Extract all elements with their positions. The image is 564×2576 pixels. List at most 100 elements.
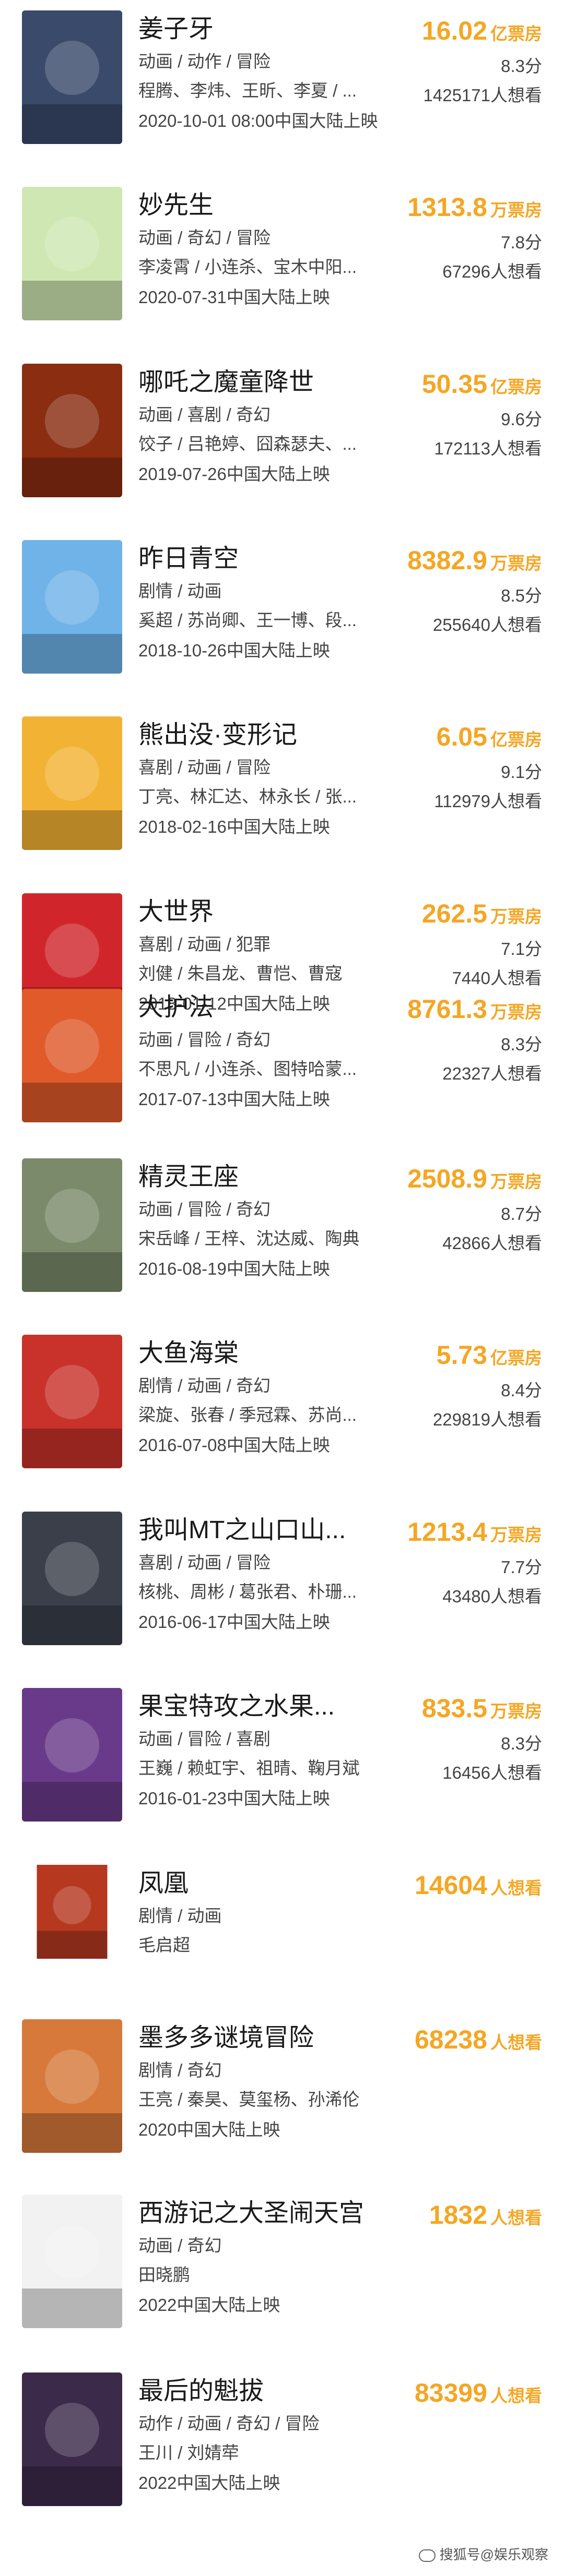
movie-score: 8.4分 bbox=[501, 1381, 542, 1400]
box-office-unit: 人想看 bbox=[490, 2033, 542, 2052]
movie-title[interactable]: 姜子牙 bbox=[138, 15, 214, 44]
movie-release-date: 2020中国大陆上映 bbox=[138, 2120, 280, 2139]
movie-poster[interactable] bbox=[22, 2373, 122, 2506]
box-office: 8382.9 万票房 bbox=[407, 545, 542, 576]
movie-item[interactable]: 哪吒之魔童降世动画 / 喜剧 / 奇幻饺子 / 吕艳婷、囧森瑟夫、... 2019… bbox=[0, 364, 564, 499]
watermark: 搜狐号@娱乐观察 bbox=[418, 2544, 548, 2563]
movie-release-date: 2018-10-26中国大陆上映 bbox=[138, 641, 330, 660]
movie-title[interactable]: 熊出没·变形记 bbox=[138, 721, 297, 750]
movie-poster[interactable] bbox=[22, 1865, 122, 1959]
movie-cast: 丁亮、林汇达、林永长 / 张... bbox=[138, 787, 357, 806]
movie-item[interactable]: 凤凰 剧情 / 动画 毛启超 14604 人想看 bbox=[0, 1865, 564, 2000]
movie-title[interactable]: 我叫MT之山口山... bbox=[138, 1516, 346, 1545]
movie-poster[interactable] bbox=[22, 187, 122, 320]
movie-item[interactable]: 精灵王座 动画 / 冒险 / 奇幻 宋岳峰 / 王梓、沈达威、陶典 2016-08-1… bbox=[0, 1158, 564, 1294]
movie-poster[interactable] bbox=[22, 2019, 122, 2153]
movie-cast: 宋岳峰 / 王梓、沈达威、陶典 bbox=[138, 1229, 360, 1248]
box-office-value: 6.05 bbox=[436, 722, 487, 751]
box-office-unit: 人想看 bbox=[490, 1878, 542, 1898]
movie-cast: 不思凡 / 小连杀、图特哈蒙... bbox=[138, 1059, 357, 1079]
box-office-unit: 万票房 bbox=[490, 554, 542, 573]
movie-release-date: 2016-01-23中国大陆上映 bbox=[138, 1789, 330, 1808]
movie-item[interactable]: 妙先生 动画 / 奇幻 / 冒险 李凌霄 / 小连杀、宝木中阳... 2020-07-… bbox=[0, 187, 564, 322]
movie-poster[interactable] bbox=[22, 1512, 122, 1645]
movie-item[interactable]: 果宝特攻之水果... 动画 / 冒险 / 喜剧 王巍 / 赖虹宇、祖晴、鞠月斌 201… bbox=[0, 1688, 564, 1824]
box-office-value: 50.35 bbox=[421, 369, 487, 399]
movie-item[interactable]: 墨多多谜境冒险 剧情 / 奇幻 王亮 / 秦昊、莫玺杨、孙浠伦 2020中国大陆上映 6… bbox=[0, 2019, 564, 2155]
movie-item[interactable]: 西游记之大圣闹天宫动画 / 奇幻 田晓鹏 2022中国大陆上映 1832 人想看 bbox=[0, 2195, 564, 2330]
movie-title[interactable]: 妙先生 bbox=[138, 191, 214, 220]
box-office-value: 1213.4 bbox=[407, 1517, 487, 1547]
movie-title[interactable]: 凤凰 bbox=[138, 1869, 189, 1898]
box-office-unit: 万票房 bbox=[490, 1172, 542, 1191]
movie-title[interactable]: 果宝特攻之水果... bbox=[138, 1692, 335, 1721]
box-office: 68238 人想看 bbox=[415, 2024, 542, 2055]
movie-title[interactable]: 墨多多谜境冒险 bbox=[138, 2023, 314, 2053]
box-office: 6.05 亿票房 bbox=[437, 722, 542, 752]
movie-genres: 喜剧 / 动画 / 犯罪 bbox=[138, 934, 271, 954]
box-office: 83399 人想看 bbox=[415, 2378, 542, 2408]
movie-poster[interactable] bbox=[22, 1335, 122, 1468]
box-office: 262.5 万票房 bbox=[422, 898, 542, 929]
movie-item[interactable]: 大鱼海棠 剧情 / 动画 / 奇幻 梁旋、张春 / 季冠霖、苏尚... 2016-07… bbox=[0, 1335, 564, 1470]
movie-release-date: 2018-02-16中国大陆上映 bbox=[138, 817, 330, 836]
movie-release-date: 2017-07-13中国大陆上映 bbox=[138, 1089, 330, 1109]
movie-poster[interactable] bbox=[22, 2195, 122, 2328]
movie-cast: 王川 / 刘婧荦 bbox=[138, 2443, 239, 2462]
box-office-unit: 万票房 bbox=[490, 1702, 542, 1721]
box-office: 1313.8 万票房 bbox=[407, 192, 542, 222]
movie-score: 8.5分 bbox=[501, 586, 542, 605]
movie-title[interactable]: 昨日青空 bbox=[138, 544, 239, 573]
box-office-value: 14604 bbox=[414, 1871, 487, 1900]
movie-genres: 剧情 / 动画 / 奇幻 bbox=[138, 1376, 271, 1395]
movie-cast: 刘健 / 朱昌龙、曹恺、曹寇 bbox=[138, 964, 343, 983]
movie-title[interactable]: 哪吒之魔童降世 bbox=[138, 368, 314, 397]
movie-item[interactable]: 我叫MT之山口山... 喜剧 / 动画 / 冒险 核桃、周彬 / 葛张君、朴珊...… bbox=[0, 1512, 564, 1647]
box-office-unit: 亿票房 bbox=[490, 730, 542, 749]
movie-release-date: 2022中国大陆上映 bbox=[138, 2295, 280, 2315]
movie-title[interactable]: 最后的魁拔 bbox=[138, 2377, 264, 2406]
movie-poster[interactable] bbox=[22, 1688, 122, 1822]
box-office-unit: 亿票房 bbox=[490, 377, 542, 397]
movie-item[interactable]: 大护法动画 / 冒险 / 奇幻不思凡 / 小连杀、图特哈蒙... 2017-07-… bbox=[0, 989, 564, 1124]
movie-release-date: 2016-07-08中国大陆上映 bbox=[138, 1435, 330, 1455]
movie-genres: 动画 / 冒险 / 奇幻 bbox=[138, 1030, 271, 1049]
box-office-value: 5.73 bbox=[436, 1340, 487, 1370]
movie-release-date: 2020-10-01 08:00中国大陆上映 bbox=[138, 111, 378, 130]
box-office-unit: 亿票房 bbox=[490, 1348, 542, 1368]
want-to-see-count: 229819人想看 bbox=[432, 1410, 542, 1429]
movie-poster[interactable] bbox=[22, 1158, 122, 1292]
movie-title[interactable]: 大世界 bbox=[138, 897, 214, 927]
movie-genres: 动画 / 奇幻 bbox=[138, 2236, 222, 2255]
movie-item[interactable]: 姜子牙 动画 / 动作 / 冒险 程腾、李炜、王昕、李夏 / ... 2020-10-… bbox=[0, 10, 564, 146]
movie-genres: 动画 / 喜剧 / 奇幻 bbox=[138, 405, 271, 424]
movie-title[interactable]: 大鱼海棠 bbox=[138, 1339, 239, 1368]
box-office-value: 83399 bbox=[414, 2378, 487, 2407]
movie-poster[interactable] bbox=[22, 10, 122, 144]
movie-genres: 动作 / 动画 / 奇幻 / 冒险 bbox=[138, 2414, 320, 2433]
movie-title[interactable]: 精灵王座 bbox=[138, 1163, 239, 1192]
box-office-unit: 万票房 bbox=[490, 200, 542, 220]
movie-title[interactable]: 大护法 bbox=[138, 993, 214, 1022]
box-office-value: 8382.9 bbox=[407, 546, 487, 575]
box-office-unit: 亿票房 bbox=[490, 24, 542, 43]
box-office-unit: 万票房 bbox=[490, 907, 542, 926]
movie-release-date: 2019-07-26中国大陆上映 bbox=[138, 464, 330, 484]
box-office: 1832 人想看 bbox=[429, 2200, 542, 2230]
movie-score: 7.1分 bbox=[501, 939, 542, 958]
movie-item[interactable]: 熊出没·变形记 喜剧 / 动画 / 冒险 丁亮、林汇达、林永长 / 张... 2018… bbox=[0, 716, 564, 852]
movie-genres: 剧情 / 动画 bbox=[138, 1906, 222, 1925]
movie-item[interactable]: 最后的魁拔 动作 / 动画 / 奇幻 / 冒险 王川 / 刘婧荦 2022中国大陆上映… bbox=[0, 2373, 564, 2508]
movie-poster[interactable] bbox=[22, 540, 122, 674]
movie-poster[interactable] bbox=[22, 716, 122, 850]
movie-score: 8.3分 bbox=[501, 1035, 542, 1054]
movie-item[interactable]: 昨日青空 剧情 / 动画 奚超 / 苏尚卿、王一博、段... 2018-10-26中国… bbox=[0, 540, 564, 676]
movie-poster[interactable] bbox=[22, 989, 122, 1122]
movie-title[interactable]: 西游记之大圣闹天宫 bbox=[138, 2199, 364, 2228]
movie-cast: 李凌霄 / 小连杀、宝木中阳... bbox=[138, 257, 357, 277]
movie-cast: 饺子 / 吕艳婷、囧森瑟夫、... bbox=[138, 434, 357, 453]
box-office-value: 16.02 bbox=[421, 16, 487, 45]
wechat-icon bbox=[418, 2549, 436, 2562]
movie-poster[interactable] bbox=[22, 364, 122, 497]
movie-cast: 田晓鹏 bbox=[138, 2265, 190, 2284]
